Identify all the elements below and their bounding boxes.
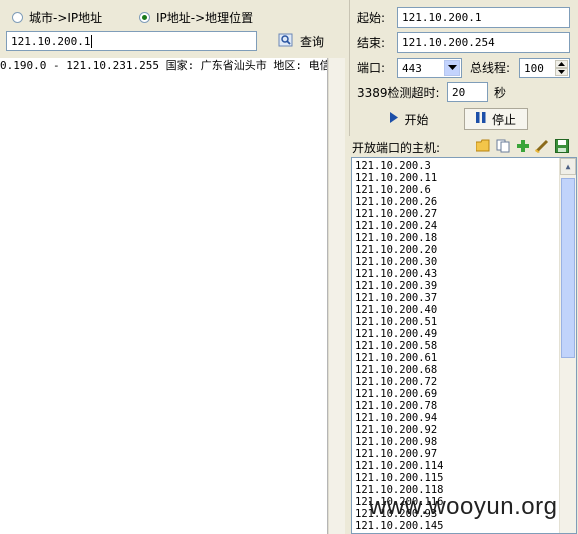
- hosts-scrollbar[interactable]: ▲: [559, 158, 576, 533]
- host-list-item[interactable]: 121.10.200.20: [352, 244, 576, 256]
- host-list-item[interactable]: 121.10.200.92: [352, 424, 576, 436]
- timeout-input[interactable]: 20: [447, 82, 488, 102]
- start-ip-input[interactable]: 121.10.200.1: [397, 7, 570, 28]
- host-list-item[interactable]: 121.10.200.61: [352, 352, 576, 364]
- host-list-item[interactable]: 121.10.200.145: [352, 520, 576, 532]
- start-button[interactable]: 开始: [372, 108, 447, 130]
- host-list-item[interactable]: 121.10.200.49: [352, 328, 576, 340]
- host-list-item[interactable]: 121.10.200.43: [352, 268, 576, 280]
- start-label: 起始:: [357, 11, 386, 25]
- host-list-item[interactable]: 121.10.200.94: [352, 412, 576, 424]
- query-input[interactable]: 121.10.200.1: [6, 31, 257, 51]
- end-ip-value: 121.10.200.254: [402, 36, 495, 49]
- host-list-item[interactable]: 121.10.200.40: [352, 304, 576, 316]
- left-scrollbar[interactable]: [328, 58, 345, 534]
- host-list-item[interactable]: 121.10.200.18: [352, 232, 576, 244]
- radio-ip-to-geo[interactable]: IP地址->地理位置: [139, 9, 253, 26]
- host-list-item[interactable]: 121.10.200.39: [352, 280, 576, 292]
- add-icon[interactable]: [516, 139, 530, 156]
- query-button[interactable]: 查询: [276, 31, 326, 51]
- start-button-label: 开始: [404, 112, 429, 127]
- host-list-item[interactable]: 121.10.200.11: [352, 172, 576, 184]
- host-list-item[interactable]: 121.10.200.97: [352, 448, 576, 460]
- host-list-item[interactable]: 121.10.200.78: [352, 400, 576, 412]
- radio-ip-to-geo-label: IP地址->地理位置: [156, 11, 254, 25]
- start-ip-value: 121.10.200.1: [402, 11, 482, 24]
- host-list-item[interactable]: 121.10.200.58: [352, 340, 576, 352]
- host-list-item[interactable]: 121.10.200.30: [352, 256, 576, 268]
- host-list-item[interactable]: 121.10.200.72: [352, 376, 576, 388]
- stop-button[interactable]: 停止: [464, 108, 528, 130]
- result-output[interactable]: 0.190.0 - 121.10.231.255 国家: 广东省汕头市 地区: …: [0, 58, 328, 534]
- play-icon: [390, 112, 399, 126]
- host-list-item[interactable]: 121.10.200.3: [352, 160, 576, 172]
- radio-city-to-ip[interactable]: 城市->IP地址: [12, 9, 102, 26]
- timeout-value: 20: [452, 86, 466, 99]
- radio-city-to-ip-label: 城市->IP地址: [29, 11, 103, 25]
- host-list-item[interactable]: 121.10.200.27: [352, 208, 576, 220]
- timeout-label: 3389检测超时:: [357, 86, 440, 100]
- host-list-item[interactable]: 121.10.200.51: [352, 316, 576, 328]
- port-value: 443: [402, 62, 422, 75]
- query-input-value: 121.10.200.1: [11, 35, 91, 48]
- copy-icon[interactable]: [496, 139, 511, 156]
- stop-button-label: 停止: [491, 112, 516, 127]
- scroll-up-icon[interactable]: ▲: [560, 158, 576, 175]
- host-list-item[interactable]: 121.10.200.26: [352, 196, 576, 208]
- host-list-item[interactable]: 121.10.200.6: [352, 184, 576, 196]
- query-button-label: 查询: [299, 34, 324, 49]
- scroll-thumb[interactable]: [561, 178, 575, 358]
- host-list-item[interactable]: 121.10.200.98: [352, 436, 576, 448]
- host-list-item[interactable]: 121.10.200.115: [352, 472, 576, 484]
- pause-icon: [475, 112, 486, 126]
- open-hosts-label: 开放端口的主机:: [352, 141, 441, 155]
- timeout-unit: 秒: [494, 86, 507, 100]
- end-label: 结束:: [357, 36, 386, 50]
- radio-city-to-ip-indicator[interactable]: [12, 12, 23, 23]
- spin-down-icon[interactable]: [555, 68, 568, 76]
- chevron-down-icon[interactable]: [444, 60, 460, 76]
- threads-value: 100: [524, 62, 544, 75]
- host-list-item[interactable]: 121.10.200.24: [352, 220, 576, 232]
- search-icon: [278, 33, 294, 50]
- watermark-text: www.wooyun.org: [369, 493, 558, 520]
- radio-ip-to-geo-indicator[interactable]: [139, 12, 150, 23]
- port-label: 端口:: [357, 61, 386, 75]
- save-icon[interactable]: [555, 139, 569, 156]
- folder-icon[interactable]: [475, 139, 491, 156]
- clean-icon[interactable]: [535, 139, 550, 156]
- host-list-item[interactable]: 121.10.200.69: [352, 388, 576, 400]
- port-select[interactable]: 443: [397, 58, 462, 78]
- host-list-item[interactable]: 121.10.200.37: [352, 292, 576, 304]
- threads-spinner[interactable]: 100: [519, 58, 570, 78]
- threads-label: 总线程:: [470, 61, 511, 75]
- open-hosts-list[interactable]: 121.10.200.3 121.10.200.11 121.10.200.6 121…: [351, 157, 577, 534]
- host-list-item[interactable]: 121.10.200.114: [352, 460, 576, 472]
- spinner-buttons[interactable]: [555, 60, 568, 76]
- end-ip-input[interactable]: 121.10.200.254: [397, 32, 570, 53]
- host-toolbar: [475, 139, 569, 156]
- host-list-item[interactable]: 121.10.200.68: [352, 364, 576, 376]
- result-line: 0.190.0 - 121.10.231.255 国家: 广东省汕头市 地区: …: [0, 59, 328, 72]
- spin-up-icon[interactable]: [555, 60, 568, 68]
